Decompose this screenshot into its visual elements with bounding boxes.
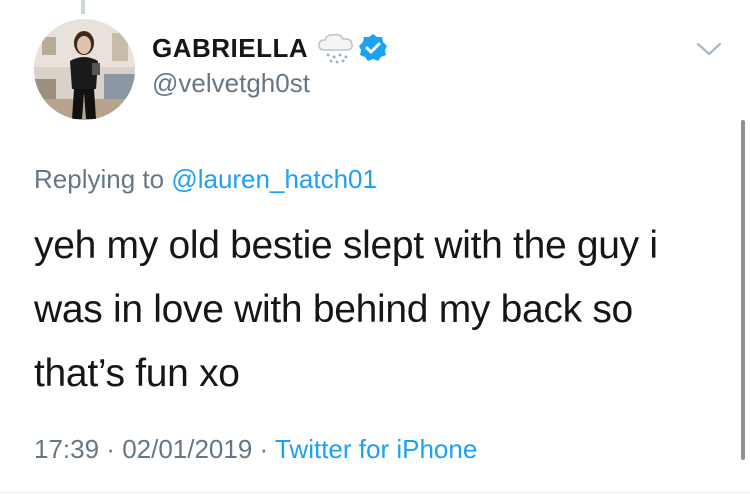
tweet-header: GABRIELLA @velvetgh0st <box>152 30 388 99</box>
verified-badge-icon <box>359 34 388 61</box>
tweet-time: 17:39 <box>34 434 100 464</box>
tweet-meta: 17:39 · 02/01/2019 · Twitter for iPhone <box>34 434 477 465</box>
reply-target-link[interactable]: @lauren_hatch01 <box>171 164 377 194</box>
replying-to: Replying to @lauren_hatch01 <box>34 164 377 195</box>
chevron-down-icon[interactable] <box>696 40 722 58</box>
tweet-text-line: yeh my old bestie slept with the guy i <box>34 224 658 267</box>
display-name[interactable]: GABRIELLA <box>152 33 308 64</box>
avatar-photo <box>34 19 135 120</box>
meta-separator: · <box>99 434 123 464</box>
thread-connector-line <box>81 0 85 14</box>
tweet-date: 02/01/2019 <box>122 434 253 464</box>
replying-to-prefix: Replying to <box>34 164 172 194</box>
tweet-text: yeh my old bestie slept with the guy i w… <box>34 214 714 406</box>
avatar[interactable] <box>34 19 135 120</box>
scrollbar[interactable] <box>741 120 745 460</box>
name-row: GABRIELLA <box>152 30 388 66</box>
tweet-text-line: was in love with behind my back so <box>34 288 633 331</box>
tweet-source-link[interactable]: Twitter for iPhone <box>275 434 477 464</box>
divider <box>0 492 750 493</box>
user-handle[interactable]: @velvetgh0st <box>152 68 388 99</box>
meta-separator: · <box>252 434 275 464</box>
tweet-text-line: that’s fun xo <box>34 352 240 395</box>
snow-cloud-icon <box>318 33 354 64</box>
